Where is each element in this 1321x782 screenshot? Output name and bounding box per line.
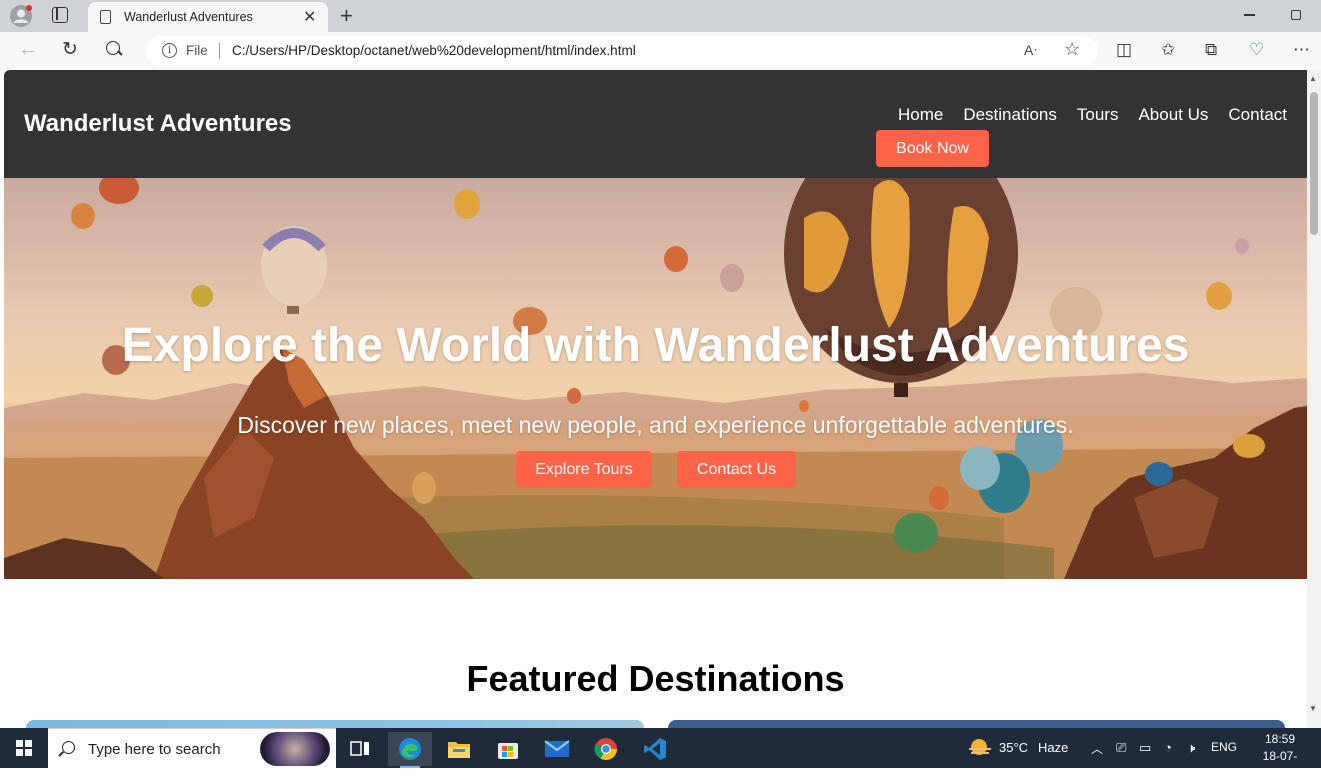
nav-destinations[interactable]: Destinations: [963, 105, 1057, 125]
clock-time: 18:59: [1264, 732, 1296, 746]
close-tab-icon[interactable]: ✕: [303, 7, 316, 27]
address-scheme: File: [186, 43, 208, 58]
clock-date: 18-07-2024: [1262, 749, 1298, 780]
scroll-down-icon[interactable]: ▼: [1309, 704, 1317, 713]
tab-title: Wanderlust Adventures: [124, 10, 253, 24]
file-explorer-icon[interactable]: [437, 732, 481, 766]
address-bar[interactable]: i File C:/Users/HP/Desktop/octanet/web%2…: [146, 36, 1098, 66]
weather-icon[interactable]: [968, 738, 992, 758]
windows-start-icon[interactable]: [16, 740, 32, 756]
site-logo[interactable]: Wanderlust Adventures: [24, 110, 292, 138]
more-menu-icon[interactable]: ⋯: [1293, 40, 1310, 60]
mail-icon[interactable]: [535, 732, 579, 766]
book-now-button[interactable]: Book Now: [876, 130, 989, 167]
site-header: Wanderlust Adventures Home Destinations …: [4, 70, 1307, 178]
favorite-star-icon[interactable]: ☆: [1064, 39, 1080, 60]
battery-icon[interactable]: ▭: [1139, 740, 1151, 756]
main-nav: Home Destinations Tours About Us Contact: [898, 105, 1287, 125]
back-icon[interactable]: ←: [18, 38, 38, 61]
nav-contact[interactable]: Contact: [1228, 105, 1287, 125]
new-tab-icon[interactable]: +: [340, 3, 353, 29]
system-clock[interactable]: 18:59 18-07-2024: [1252, 731, 1308, 782]
volume-icon[interactable]: 🕨: [1187, 740, 1195, 756]
browser-tab-bar: Wanderlust Adventures ✕ +: [0, 0, 1321, 32]
scroll-up-icon[interactable]: ▲: [1309, 74, 1317, 83]
web-page: Wanderlust Adventures Home Destinations …: [4, 70, 1307, 728]
split-screen-icon[interactable]: ◫: [1116, 40, 1132, 60]
explore-tours-button[interactable]: Explore Tours: [516, 451, 652, 488]
restore-icon[interactable]: [1291, 10, 1301, 20]
microsoft-store-icon[interactable]: [486, 732, 530, 766]
address-url[interactable]: C:/Users/HP/Desktop/octanet/web%20develo…: [232, 43, 636, 58]
contact-us-button[interactable]: Contact Us: [677, 451, 796, 488]
profile-icon[interactable]: [10, 5, 32, 27]
hero-subtitle: Discover new places, meet new people, an…: [237, 412, 1074, 438]
taskbar-search-placeholder: Type here to search: [88, 741, 221, 758]
hero-section: Explore the World with Wanderlust Advent…: [4, 178, 1307, 579]
browser-essentials-icon[interactable]: ♡: [1249, 40, 1264, 60]
favorites-icon[interactable]: ✩: [1161, 40, 1175, 60]
device-icon[interactable]: ⎚: [1116, 740, 1126, 756]
search-icon[interactable]: [106, 41, 120, 55]
info-icon[interactable]: i: [162, 43, 177, 58]
language-indicator[interactable]: ENG: [1211, 740, 1237, 754]
chevron-up-icon[interactable]: ︿: [1091, 740, 1103, 757]
hero-title: Explore the World with Wanderlust Advent…: [121, 319, 1190, 372]
nav-about-us[interactable]: About Us: [1138, 105, 1208, 125]
browser-tab[interactable]: Wanderlust Adventures ✕: [88, 2, 328, 32]
hero-background-image: [4, 178, 1307, 579]
network-icon[interactable]: ◔: [1164, 740, 1172, 755]
task-view-icon[interactable]: [338, 732, 382, 766]
destination-card[interactable]: [668, 720, 1285, 728]
chrome-icon[interactable]: [584, 732, 628, 766]
workspaces-icon[interactable]: [52, 7, 68, 23]
windows-taskbar: Type here to search 35°C Haze ︿ ⎚ ▭ ◔ 🕨 …: [0, 728, 1321, 780]
featured-destinations-heading: Featured Destinations: [466, 658, 845, 699]
reload-icon[interactable]: ↻: [62, 38, 78, 61]
minimize-icon[interactable]: [1244, 14, 1255, 16]
search-highlight-image[interactable]: [260, 732, 330, 766]
weather-condition[interactable]: Haze: [1038, 740, 1068, 755]
search-icon: [62, 741, 75, 754]
address-divider: [219, 43, 220, 59]
page-icon: [100, 10, 111, 24]
vs-code-icon[interactable]: [633, 732, 677, 766]
page-scrollbar[interactable]: ▲ ▼: [1307, 70, 1321, 728]
edge-browser-icon[interactable]: [388, 732, 432, 768]
read-aloud-icon[interactable]: Aᐧ: [1024, 42, 1037, 59]
nav-tours[interactable]: Tours: [1077, 105, 1119, 125]
scroll-thumb[interactable]: [1310, 92, 1318, 235]
collections-icon[interactable]: ⧉: [1205, 40, 1217, 60]
taskbar-search-box[interactable]: Type here to search: [48, 728, 336, 768]
nav-home[interactable]: Home: [898, 105, 943, 125]
weather-temperature[interactable]: 35°C: [999, 740, 1028, 755]
destination-card[interactable]: [26, 720, 644, 728]
